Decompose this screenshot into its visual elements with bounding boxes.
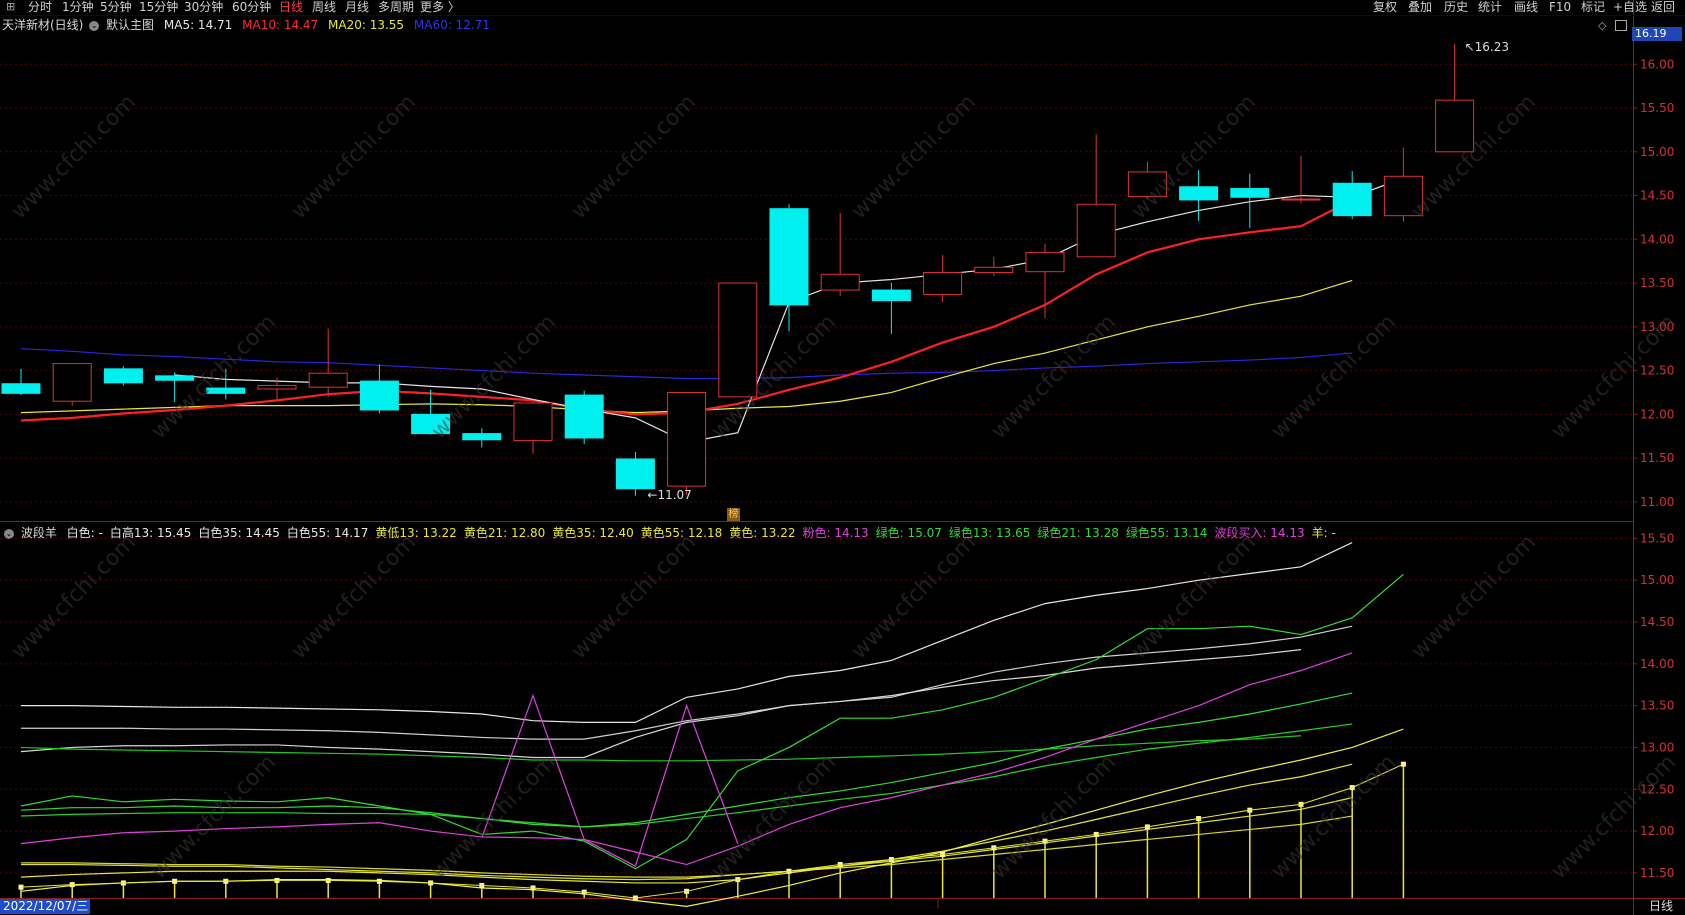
- candle-body: [871, 289, 911, 302]
- pane-divider: [0, 521, 1633, 522]
- mark-badge[interactable]: 榜: [727, 508, 740, 521]
- axis-label: 15.50: [1640, 101, 1674, 115]
- axis-label: 11.50: [1640, 866, 1674, 880]
- watermark: www.cfchi.com: [1547, 750, 1681, 884]
- candle-body: [52, 363, 92, 402]
- candle-body: [1025, 251, 1065, 273]
- axis-label: 14.50: [1640, 615, 1674, 629]
- axis-label: 15.00: [1640, 145, 1674, 159]
- axis-label: 11.50: [1640, 451, 1674, 465]
- kline-chart[interactable]: 16.00 15.50 15.00 14.50 14.00 13.50 13.00 12.50…: [0, 0, 1685, 915]
- current-price-badge: 16.19: [1632, 27, 1682, 41]
- candle-body: [257, 384, 297, 390]
- watermark: www.cfchi.com: [7, 90, 141, 224]
- candle-body: [667, 391, 707, 487]
- candle-body: [1076, 203, 1116, 258]
- period-label[interactable]: 日线: [1637, 899, 1685, 914]
- axis-label: 13.50: [1640, 699, 1674, 713]
- candle-body: [974, 266, 1014, 274]
- candle-body: [1281, 198, 1321, 201]
- time-axis-line: [0, 898, 1685, 899]
- candle-body: [155, 375, 195, 381]
- watermark: www.cfchi.com: [1267, 750, 1401, 884]
- watermark: www.cfchi.com: [567, 90, 701, 224]
- price-axis-divider: [1633, 0, 1634, 915]
- pink-line: [20, 652, 1353, 866]
- watermark: www.cfchi.com: [567, 530, 701, 664]
- axis-label: 13.00: [1640, 740, 1674, 754]
- axis-label: 12.50: [1640, 364, 1674, 378]
- low-price-label: ←11.07: [647, 487, 692, 502]
- axis-label: 14.50: [1640, 189, 1674, 203]
- watermark: www.cfchi.com: [847, 90, 981, 224]
- candle-body: [308, 372, 348, 388]
- high-price-value: 16.23: [1474, 40, 1510, 55]
- axis-label: 14.00: [1640, 232, 1674, 246]
- axis-label: 11.00: [1640, 495, 1674, 509]
- top-divider: [0, 15, 1685, 16]
- watermark: www.cfchi.com: [707, 750, 841, 884]
- candle-body: [718, 282, 758, 398]
- watermark: www.cfchi.com: [1407, 530, 1541, 664]
- axis-label: 15.00: [1640, 573, 1674, 587]
- candle-body: [1230, 188, 1270, 198]
- axis-label: 16.00: [1640, 57, 1674, 71]
- candle-body: [359, 380, 399, 411]
- candle-body: [513, 402, 553, 442]
- candle-body: [820, 273, 860, 291]
- white55-line: [20, 649, 1302, 759]
- green-line: [20, 573, 1404, 870]
- date-label: 2022/12/07/三: [0, 899, 90, 914]
- axis-label: 14.00: [1640, 657, 1674, 671]
- candle-body: [103, 368, 143, 384]
- axis-label: 15.50: [1640, 531, 1674, 545]
- watermark: www.cfchi.com: [847, 530, 981, 664]
- high-price-label: ↖16.23: [1464, 40, 1510, 55]
- axis-label: 12.00: [1640, 824, 1674, 838]
- watermark: www.cfchi.com: [287, 90, 421, 224]
- candle-body: [1332, 182, 1372, 217]
- watermark: www.cfchi.com: [287, 530, 421, 664]
- candle-body: [564, 394, 604, 439]
- window-icon[interactable]: [1615, 20, 1627, 31]
- watermark: www.cfchi.com: [1127, 90, 1261, 224]
- axis-label: 12.00: [1640, 407, 1674, 421]
- watermark: www.cfchi.com: [987, 310, 1121, 444]
- watermark: www.cfchi.com: [987, 750, 1121, 884]
- diamond-icon[interactable]: ◇: [1598, 19, 1606, 32]
- candle-body: [923, 272, 963, 295]
- watermark: www.cfchi.com: [7, 530, 141, 664]
- candle-body: [462, 433, 502, 441]
- low-price-value: 11.07: [657, 487, 692, 502]
- watermark: www.cfchi.com: [1267, 310, 1401, 444]
- axis-label: 13.50: [1640, 276, 1674, 290]
- candle-body: [1, 383, 41, 394]
- candle-body: [769, 208, 809, 306]
- candle-body: [615, 458, 655, 490]
- watermark: www.cfchi.com: [427, 750, 561, 884]
- candle-body: [1179, 186, 1219, 201]
